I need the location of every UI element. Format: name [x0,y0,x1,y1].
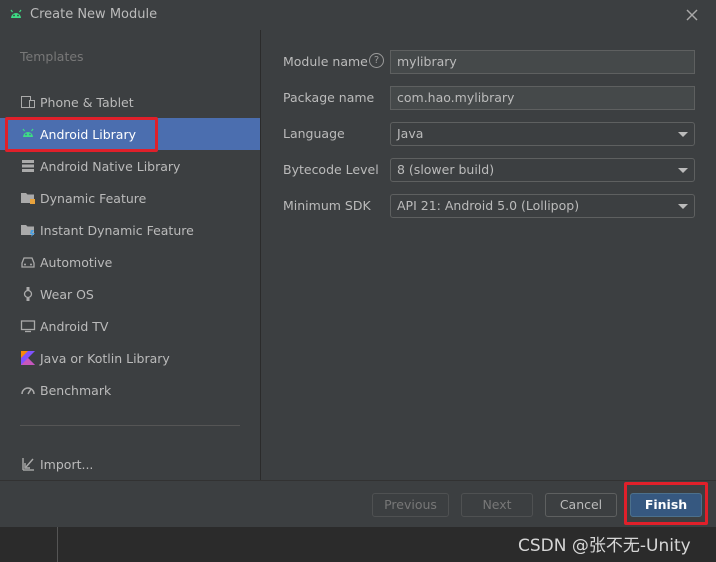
previous-button[interactable]: Previous [372,493,449,517]
language-label: Language [283,126,345,141]
import-module-link[interactable]: Import... [0,448,260,480]
minimum-sdk-dropdown[interactable]: API 21: Android 5.0 (Lollipop) [390,194,695,218]
language-row: Language Java [283,122,695,146]
module-name-row: Module name ? mylibrary [283,50,695,74]
title-bar: Create New Module [0,0,716,30]
bytecode-level-value: 8 (slower build) [397,162,495,177]
folder-feature-icon [20,190,36,206]
sidebar-item-label: Java or Kotlin Library [40,350,170,366]
sidebar-item-android-native-library[interactable]: Android Native Library [0,150,260,182]
sidebar-item-phone-tablet[interactable]: Phone & Tablet [0,86,260,118]
sidebar-item-benchmark[interactable]: Benchmark [0,374,260,406]
sidebar-item-label: Automotive [40,254,113,270]
module-name-label: Module name [283,54,368,69]
package-name-label: Package name [283,90,375,105]
sidebar-item-label: Benchmark [40,382,112,398]
chevron-down-icon [678,204,688,209]
sidebar-item-instant-dynamic-feature[interactable]: Instant Dynamic Feature [0,214,260,246]
templates-heading: Templates [20,49,84,64]
help-icon[interactable]: ? [369,53,384,68]
module-config-form: Module name ? mylibrary Package name com… [261,30,716,480]
sidebar-item-label: Wear OS [40,286,94,302]
minimum-sdk-value: API 21: Android 5.0 (Lollipop) [397,198,580,213]
language-value: Java [397,126,424,141]
import-icon [20,456,36,472]
create-module-dialog: Create New Module Templates Phone & Tabl… [0,0,716,527]
import-label: Import... [40,456,94,472]
bytecode-level-row: Bytecode Level 8 (slower build) [283,158,695,182]
sidebar-item-android-tv[interactable]: Android TV [0,310,260,342]
module-name-field[interactable]: mylibrary [390,50,695,74]
native-library-icon [20,158,36,174]
dialog-button-bar: Previous Next Cancel Finish [0,480,716,527]
sidebar-item-java-kotlin-library[interactable]: Java or Kotlin Library [0,342,260,374]
package-name-row: Package name com.hao.mylibrary [283,86,695,110]
background-divider [57,527,58,562]
tv-icon [20,318,36,334]
minimum-sdk-label: Minimum SDK [283,198,371,213]
sidebar-item-automotive[interactable]: Automotive [0,246,260,278]
car-icon [20,254,36,270]
language-dropdown[interactable]: Java [390,122,695,146]
package-name-field[interactable]: com.hao.mylibrary [390,86,695,110]
folder-instant-icon [20,222,36,238]
sidebar-item-label: Android TV [40,318,109,334]
sidebar-item-wear-os[interactable]: Wear OS [0,278,260,310]
minimum-sdk-row: Minimum SDK API 21: Android 5.0 (Lollipo… [283,194,695,218]
close-icon[interactable] [683,6,701,24]
watch-icon [20,286,36,302]
phone-tablet-icon [20,94,36,110]
chevron-down-icon [678,168,688,173]
sidebar-item-label: Dynamic Feature [40,190,147,206]
window-title: Create New Module [30,7,158,22]
sidebar-divider [20,425,240,426]
sidebar-item-label: Android Native Library [40,158,181,174]
cancel-button[interactable]: Cancel [545,493,617,517]
sidebar-item-label: Phone & Tablet [40,94,134,110]
gauge-icon [20,382,36,398]
android-icon [8,7,24,23]
kotlin-icon [20,350,36,366]
watermark-text: CSDN @张不无-Unity [518,536,691,556]
chevron-down-icon [678,132,688,137]
bytecode-level-dropdown[interactable]: 8 (slower build) [390,158,695,182]
annotation-highlight-finish [624,482,708,525]
sidebar-item-label: Instant Dynamic Feature [40,222,194,238]
next-button[interactable]: Next [461,493,533,517]
bytecode-level-label: Bytecode Level [283,162,379,177]
annotation-highlight-library [5,117,158,152]
templates-sidebar: Templates Phone & Tablet Android Library [0,30,260,480]
sidebar-item-dynamic-feature[interactable]: Dynamic Feature [0,182,260,214]
